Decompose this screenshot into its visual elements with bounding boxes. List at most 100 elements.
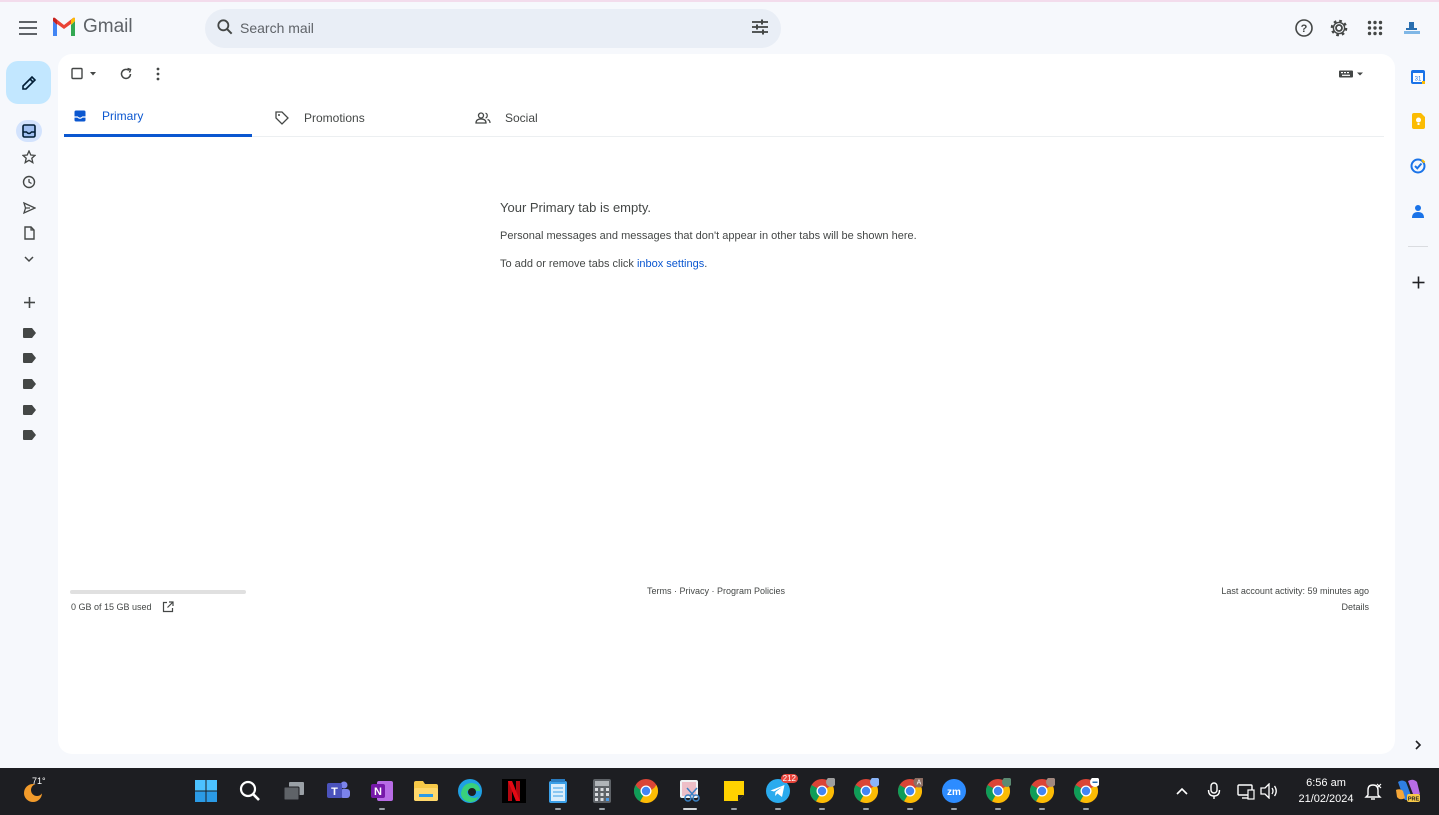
copilot-button[interactable]: PRE [1394,777,1422,805]
side-contacts[interactable] [1406,199,1430,223]
activity-details-link[interactable]: Details [1341,602,1369,612]
taskbar-sticky-notes[interactable] [720,777,748,810]
nav-starred[interactable] [16,146,42,168]
clock-time: 6:56 am [1306,777,1346,789]
running-indicator [1083,808,1089,810]
taskbar-chrome-profile-2[interactable] [852,777,880,810]
chrome-icon [985,778,1011,804]
taskbar-snipping-tool[interactable] [676,777,704,810]
svg-text:PRE: PRE [1408,797,1420,803]
support-button[interactable]: ? [1290,14,1318,42]
get-addons-button[interactable] [1406,270,1430,294]
chevron-down-icon [24,256,34,263]
chrome-icon [853,778,879,804]
compose-button[interactable] [6,61,51,104]
profile-letter: A [917,780,922,787]
folder-icon [414,781,438,801]
nav-label-3[interactable] [16,373,42,395]
task-view-button[interactable] [280,777,308,805]
taskbar-chrome[interactable] [632,777,660,805]
chrome-icon [633,779,659,804]
taskbar-teams[interactable]: T [324,777,352,805]
show-side-panel-button[interactable] [1406,733,1430,757]
zoom-icon: zm [942,779,966,803]
contacts-icon [1412,205,1424,218]
taskbar-onenote[interactable]: N [368,777,396,810]
nav-label-1[interactable] [16,322,42,344]
nav-snoozed[interactable] [16,171,42,193]
taskbar-chrome-profile-3[interactable]: A [896,777,924,810]
task-view-icon [283,782,304,801]
tab-promotions[interactable]: Promotions [274,98,464,137]
last-activity: Last account activity: 59 minutes ago [1221,586,1369,596]
select-all-checkbox[interactable] [70,64,102,84]
empty-state-title: Your Primary tab is empty. [500,200,651,215]
search-options-icon[interactable] [751,18,769,36]
manage-storage-button[interactable] [162,600,174,613]
star-icon [22,150,36,164]
label-icon [22,353,36,363]
taskbar-telegram[interactable]: 212 [764,774,798,810]
taskbar-chrome-profile-5[interactable] [1028,777,1056,810]
nav-drafts[interactable] [16,222,42,244]
nav-sent[interactable] [16,197,42,219]
search-input[interactable] [240,17,720,39]
show-hidden-icons[interactable] [1168,777,1196,805]
search-icon[interactable] [215,17,235,37]
taskbar-calculator[interactable] [588,777,616,810]
svg-text:N: N [374,786,382,798]
more-actions-button[interactable] [148,64,168,84]
side-calendar[interactable]: 31 [1406,65,1430,89]
settings-button[interactable] [1325,14,1353,42]
microphone-status[interactable] [1200,777,1228,805]
pencil-icon [21,75,36,90]
windows-taskbar: 71° T N 212 A zm 6:56 am 21/02/2024 PRE [0,768,1439,815]
taskbar-file-explorer[interactable] [412,777,440,805]
account-avatar[interactable] [1398,14,1426,42]
inbox-settings-link[interactable]: inbox settings [637,258,704,270]
zoom-label: zm [947,787,961,798]
input-tools-button[interactable] [1336,64,1368,84]
calculator-icon [593,779,611,803]
onenote-icon: N [371,781,393,801]
nav-inbox[interactable] [16,120,42,142]
hint-prefix: To add or remove tabs click [500,258,637,270]
nav-more[interactable] [16,248,42,270]
taskbar-edge[interactable] [456,777,484,805]
taskbar-chrome-profile-4[interactable] [984,777,1012,810]
tab-primary[interactable]: Primary [64,98,252,137]
taskbar-chrome-profile-6[interactable] [1072,777,1100,810]
taskbar-notepad[interactable] [544,777,572,810]
taskbar-chrome-profile-1[interactable] [808,777,836,810]
side-keep[interactable] [1406,109,1430,133]
search-bar[interactable] [205,9,781,48]
send-icon [22,201,36,215]
main-menu-button[interactable] [12,12,44,44]
start-button[interactable] [192,777,220,805]
weather-widget[interactable]: 71° [20,776,46,804]
more-vert-icon [156,67,160,81]
volume-status[interactable] [1255,777,1283,805]
google-apps-button[interactable] [1361,14,1389,42]
taskbar-search[interactable] [236,777,264,805]
running-indicator [599,808,605,810]
empty-state-description: Personal messages and messages that don'… [500,230,917,242]
nav-label-2[interactable] [16,347,42,369]
gmail-logo[interactable]: Gmail [51,16,133,38]
create-label-button[interactable] [16,291,42,313]
label-icon [22,405,36,415]
notifications-button[interactable] [1359,777,1387,805]
clock[interactable]: 6:56 am 21/02/2024 [1286,777,1366,807]
tab-social[interactable]: Social [475,98,665,137]
draft-file-icon [24,226,35,240]
nav-label-4[interactable] [16,399,42,421]
taskbar-zoom[interactable]: zm [940,777,968,810]
side-tasks[interactable] [1406,154,1430,178]
nav-label-5[interactable] [16,424,42,446]
footer-links[interactable]: Terms · Privacy · Program Policies [647,586,785,596]
taskbar-netflix[interactable] [500,777,528,805]
label-icon [22,430,36,440]
tab-label: Social [505,110,538,125]
tab-label: Promotions [304,110,365,125]
refresh-button[interactable] [116,64,136,84]
